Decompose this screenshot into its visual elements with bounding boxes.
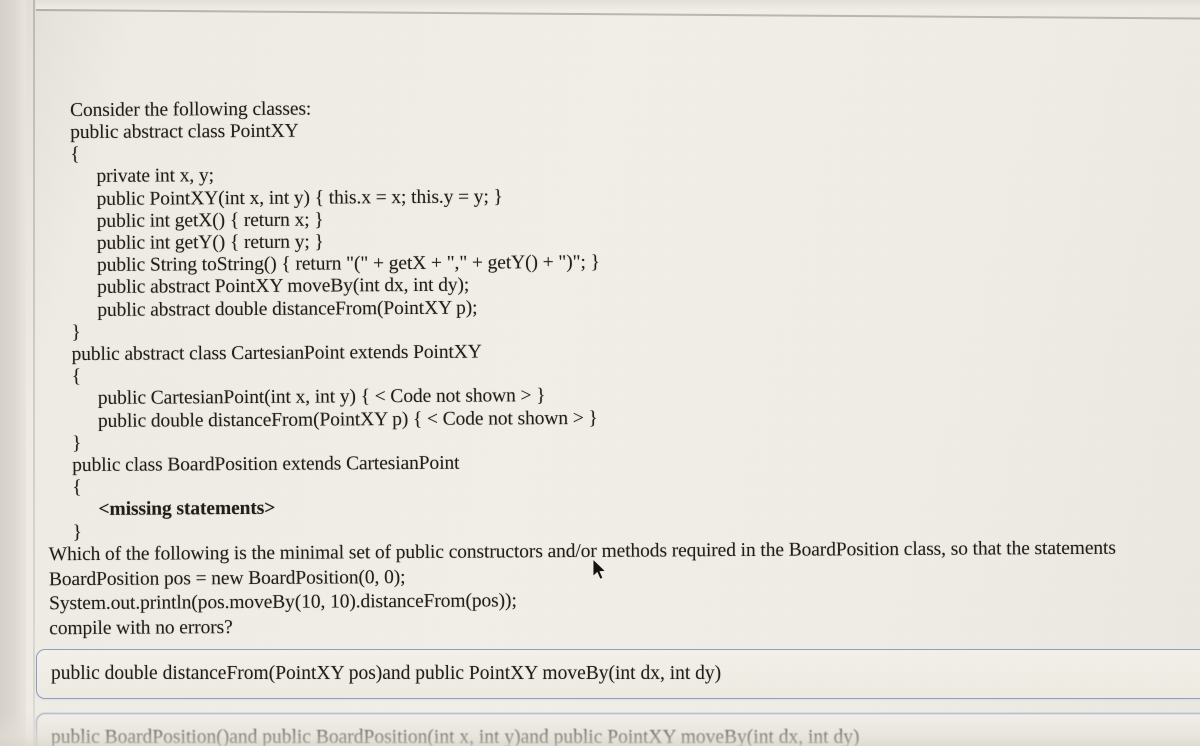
- code-line: }: [72, 432, 82, 454]
- code-line: {: [70, 144, 80, 166]
- answer-choice-1-label: public double distanceFrom(PointXY pos)a…: [51, 663, 722, 684]
- code-line: <missing statements>: [98, 498, 276, 521]
- question-line: System.out.println(pos.moveBy(10, 10).di…: [49, 590, 517, 615]
- code-line: public class BoardPosition extends Carte…: [72, 452, 460, 477]
- code-line: public String toString() { return "(" + …: [96, 252, 600, 277]
- code-line: public abstract class PointXY: [70, 120, 299, 144]
- photographed-page: Consider the following classes: public a…: [0, 0, 1200, 746]
- page-top-edge-line: [35, 9, 1200, 20]
- code-line: public int getX() { return x; }: [96, 209, 324, 232]
- code-line: {: [71, 366, 82, 388]
- code-line: public PointXY(int x, int y) { this.x = …: [96, 186, 503, 210]
- page-top-band: [36, 0, 1200, 9]
- answer-choice-2-label: public BoardPosition()and public BoardPo…: [51, 727, 860, 746]
- code-line: public int getY() { return y; }: [96, 231, 324, 254]
- question-line: BoardPosition pos = new BoardPosition(0,…: [48, 566, 406, 590]
- page-left-edge-shadow: [0, 0, 26, 746]
- code-line: public abstract double distanceFrom(Poin…: [97, 297, 478, 321]
- code-line: }: [71, 321, 81, 343]
- answer-choice-2[interactable]: public BoardPosition()and public BoardPo…: [36, 713, 1200, 746]
- answer-choice-1[interactable]: public double distanceFrom(PointXY pos)a…: [36, 649, 1200, 699]
- page-left-edge-crease: [33, 0, 35, 746]
- code-line: }: [72, 521, 82, 543]
- code-line: public abstract class CartesianPoint ext…: [71, 341, 482, 366]
- code-line: {: [72, 477, 82, 499]
- question-line: compile with no errors?: [49, 616, 233, 639]
- code-line: public abstract PointXY moveBy(int dx, i…: [97, 275, 470, 299]
- code-line: private int x, y;: [96, 165, 214, 188]
- question-line: Which of the following is the minimal se…: [48, 537, 1116, 566]
- intro-text: Consider the following classes:: [70, 98, 312, 122]
- code-line: public double distanceFrom(PointXY p) { …: [97, 407, 598, 432]
